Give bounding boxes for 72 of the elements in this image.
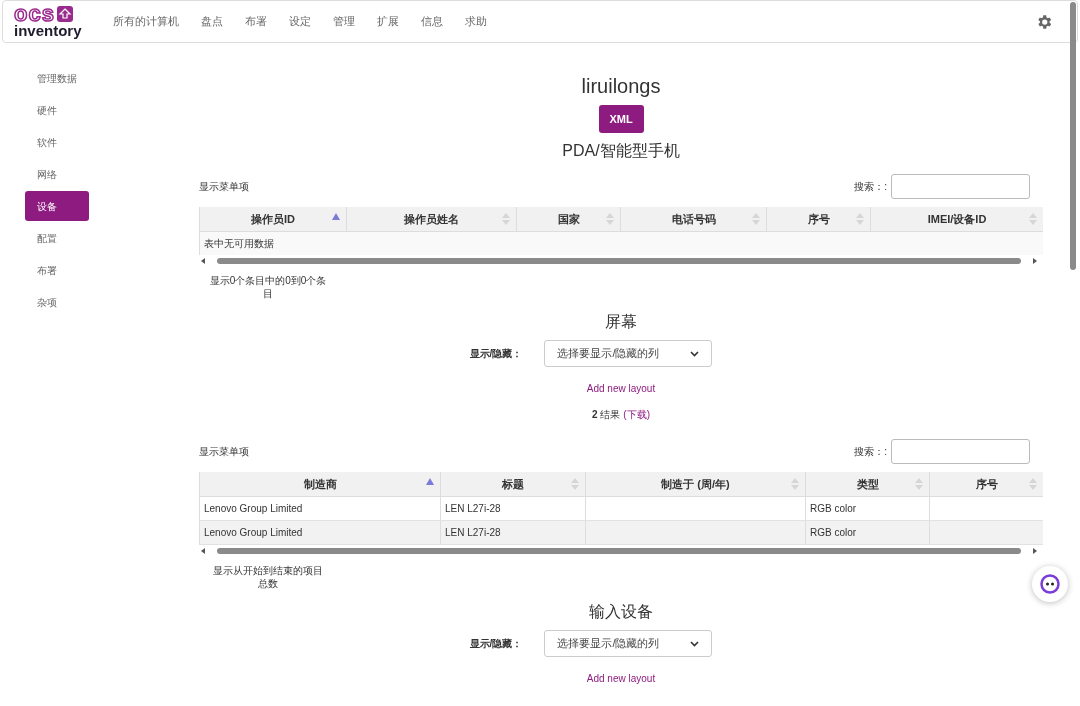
column-header[interactable]: 序号 [929,472,1043,496]
sidebar-item[interactable]: 设备 [25,191,89,221]
sort-ascending-icon [332,213,340,220]
search-label: 搜索：: [854,445,887,459]
section-title: 输入设备 [588,602,654,622]
sidebar-item[interactable]: 管理数据 [25,63,89,93]
search-label: 搜索：: [854,180,887,194]
table-cell-text: LEN L27i-28 [445,526,501,540]
sort-icon [856,213,864,225]
xml-button[interactable]: XML [598,105,644,133]
add-layout-link[interactable]: Add new layout [586,381,656,396]
column-header[interactable]: 电话号码 [620,207,766,231]
sort-icon [606,213,614,225]
sidebar-item[interactable]: 杂项 [25,287,89,317]
logo: ocs inventory [14,4,83,39]
show-menu-label: 显示菜单项 [199,180,249,194]
result-count: 2 结果 [592,408,621,422]
nav-menu-item[interactable]: 盘点 [201,13,223,30]
assistant-button[interactable] [1032,566,1068,602]
table-info: 显示0个条目中的0到0个条目 [209,274,327,300]
empty-table-message: 表中无可用数据 [204,237,274,251]
table-cell-text: LEN L27i-28 [445,502,501,516]
section-title: 屏幕 [604,312,638,332]
nav-menu-item[interactable]: 设定 [289,13,311,30]
sidebar-item[interactable]: 网络 [25,159,89,189]
column-header[interactable]: 操作员姓名 [346,207,516,231]
nav-menu-item[interactable]: 扩展 [377,13,399,30]
sidebar-item[interactable]: 软件 [25,127,89,157]
robot-face-icon [1040,574,1060,594]
column-select[interactable]: 选择要显示/隐藏的列 [544,340,713,367]
table-info: 显示从开始到结束的项目总数 [212,564,324,590]
sort-icon [1029,213,1037,225]
toggle-label: 显示/隐藏： [469,347,523,361]
sidebar-item[interactable]: 配置 [25,223,89,253]
column-header[interactable]: IMEI/设备ID [870,207,1043,231]
sort-icon [571,478,579,490]
sort-icon [791,478,799,490]
toggle-label: 显示/隐藏： [469,637,523,651]
table-cell-text: Lenovo Group Limited [204,526,303,540]
column-header[interactable]: 操作员ID [199,207,346,231]
show-menu-label: 显示菜单项 [199,445,249,459]
nav-menu-item[interactable]: 布署 [245,13,267,30]
column-header[interactable]: 类型 [805,472,929,496]
column-header[interactable]: 制造商 [199,472,440,496]
column-select[interactable]: 选择要显示/隐藏的列 [544,630,713,657]
sort-icon [502,213,510,225]
download-link[interactable]: (下载) [623,407,650,422]
add-layout-link[interactable]: Add new layout [586,671,656,686]
sort-icon [752,213,760,225]
sidebar-item[interactable]: 布署 [25,255,89,285]
sidebar-item[interactable]: 硬件 [25,95,89,125]
table-cell-text: RGB color [810,502,857,516]
arrow-up-icon [56,5,73,22]
nav-menu-item[interactable]: 管理 [333,13,355,30]
search-field[interactable] [891,174,1030,199]
chevron-down-icon [690,640,700,647]
sort-icon [915,478,923,490]
sort-ascending-icon [426,478,434,485]
computer-name: liruilongs [581,74,661,98]
nav-menu-item[interactable]: 信息 [421,13,443,30]
chevron-down-icon [690,350,700,357]
table-cell-text: RGB color [810,526,857,540]
nav-menu-item[interactable]: 所有的计算机 [113,13,179,30]
column-header[interactable]: 国家 [516,207,620,231]
sort-icon [1029,478,1037,490]
column-header[interactable]: 制造于 (周/年) [585,472,805,496]
column-header[interactable]: 标题 [440,472,585,496]
search-field[interactable] [891,439,1030,464]
table-cell-text: Lenovo Group Limited [204,502,303,516]
column-header[interactable]: 序号 [766,207,870,231]
nav-menu-item[interactable]: 求助 [465,13,487,30]
section-title: PDA/智能型手机 [561,141,681,161]
